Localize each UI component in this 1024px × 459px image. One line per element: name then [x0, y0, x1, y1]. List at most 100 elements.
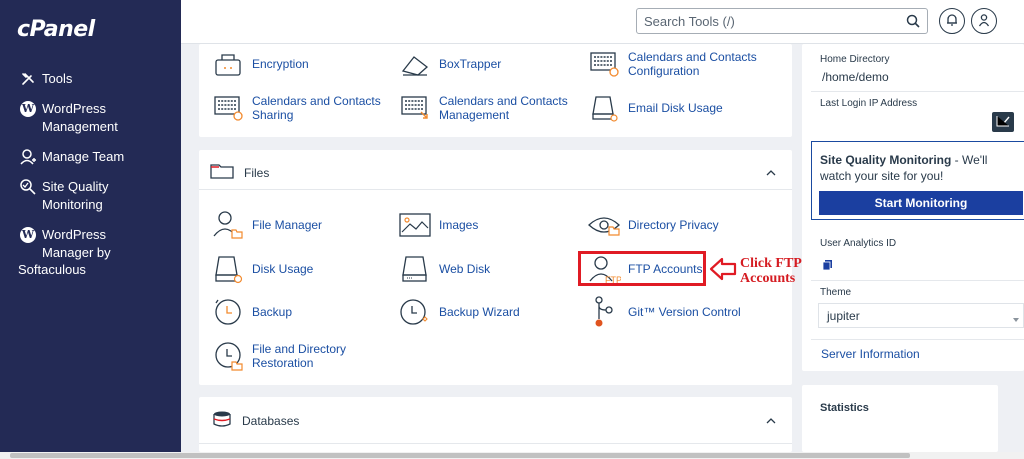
tool-calendars-config[interactable]: Calendars and Contacts Configuration: [587, 49, 757, 79]
sidebar-item-label: WordPress Manager by: [42, 227, 111, 260]
tool-backup-wizard[interactable]: Backup Wizard: [398, 297, 520, 327]
scrollbar-thumb[interactable]: [10, 453, 910, 458]
git-icon: [587, 296, 621, 327]
tool-file-restoration[interactable]: File and Directory Restoration: [211, 341, 346, 371]
wordpress-icon: W: [20, 227, 36, 243]
theme-select[interactable]: jupiter: [818, 303, 1024, 328]
theme-label: Theme: [820, 287, 852, 298]
database-icon: [212, 411, 232, 430]
divider: [199, 443, 792, 444]
ftp-accounts-highlight: [578, 251, 706, 286]
group-title: Files: [244, 165, 270, 180]
sidebar-item-wordpress-management[interactable]: W WordPress Management: [18, 100, 172, 136]
tool-git-version-control[interactable]: Git™ Version Control: [587, 296, 741, 327]
tool-disk-usage[interactable]: Disk Usage: [211, 254, 313, 284]
copy-icon[interactable]: [822, 259, 832, 273]
tool-file-manager[interactable]: File Manager: [211, 210, 322, 240]
tool-email-disk-usage[interactable]: Email Disk Usage: [587, 93, 723, 123]
tool-label: Disk Usage: [252, 262, 314, 276]
tool-boxtrapper[interactable]: BoxTrapper: [398, 49, 501, 79]
encryption-icon: [211, 49, 245, 79]
statistics-panel: [802, 385, 998, 452]
calendar-config-icon: [587, 49, 621, 79]
tool-label: Images: [439, 218, 479, 232]
site-quality-icon: [18, 178, 38, 196]
directory-privacy-icon: [587, 210, 621, 240]
sqm-title: Site Quality Monitoring: [820, 153, 952, 167]
divider: [199, 189, 792, 190]
sidebar-item-tools[interactable]: Tools: [18, 70, 172, 88]
divider: [811, 339, 1024, 340]
sidebar-item-site-quality[interactable]: Site Quality Monitoring: [18, 178, 172, 214]
arrow-left-icon: [709, 257, 737, 281]
tool-images[interactable]: Images: [398, 210, 478, 240]
search-icon[interactable]: [905, 12, 921, 33]
tool-label: Calendars and Contacts Configuration: [628, 50, 757, 78]
backup-wizard-icon: [398, 297, 432, 327]
tool-backup[interactable]: Backup: [211, 297, 292, 327]
wordpress-icon: W: [20, 101, 36, 117]
search-input[interactable]: [637, 9, 887, 33]
sidebar: cPanel Tools W WordPress Management Mana…: [0, 0, 181, 452]
tool-calendars-management[interactable]: Calendars and Contacts Management: [398, 93, 568, 123]
tool-label: Directory Privacy: [628, 218, 719, 232]
tool-label: File and Directory Restoration: [252, 342, 347, 370]
tool-calendars-sharing[interactable]: Calendars and Contacts Sharing: [211, 93, 381, 123]
divider: [811, 280, 1024, 281]
notifications-button[interactable]: [939, 8, 965, 34]
tool-label: Calendars and Contacts Management: [439, 94, 568, 122]
home-directory-value: /home/demo: [822, 70, 889, 84]
backup-icon: [211, 297, 245, 327]
group-title: Databases: [242, 413, 300, 428]
tool-label: Calendars and Contacts Sharing: [252, 94, 381, 122]
tools-icon: [18, 70, 38, 88]
databases-group-header[interactable]: Databases: [212, 411, 299, 430]
cpanel-logo[interactable]: cPanel: [17, 17, 95, 42]
chart-button[interactable]: [992, 112, 1014, 132]
tool-web-disk[interactable]: Web Disk: [398, 254, 490, 284]
tool-label: Web Disk: [439, 262, 491, 276]
sidebar-item-label: Manage Team: [42, 149, 125, 164]
file-manager-icon: [211, 210, 245, 240]
annotation-text: Click FTP Accounts: [740, 256, 802, 286]
collapse-chevron-icon[interactable]: [766, 416, 776, 426]
user-menu-button[interactable]: [971, 8, 997, 34]
calendar-sharing-icon: [211, 93, 245, 123]
tool-label: Email Disk Usage: [628, 101, 723, 115]
user-analytics-label: User Analytics ID: [820, 238, 897, 249]
trend-chart-icon: [996, 115, 1010, 130]
sidebar-item-wordpress-manager[interactable]: W WordPress Manager by: [18, 226, 172, 262]
boxtrapper-icon: [398, 49, 432, 79]
theme-value: jupiter: [827, 308, 860, 323]
manage-team-icon: [18, 148, 38, 166]
horizontal-scrollbar[interactable]: [0, 452, 1024, 459]
top-header: [181, 0, 1024, 44]
folder-icon: [210, 163, 234, 182]
search-box[interactable]: [636, 8, 928, 34]
sidebar-item-label: WordPress Management: [42, 101, 118, 134]
file-restoration-icon: [211, 341, 245, 371]
sidebar-item-label: Site Quality Monitoring: [42, 179, 109, 212]
disk-usage-icon: [211, 254, 245, 284]
statistics-title: Statistics: [820, 402, 869, 414]
tool-encryption[interactable]: Encryption: [211, 49, 309, 79]
tool-label: Backup: [252, 305, 293, 319]
start-monitoring-button[interactable]: Start Monitoring: [819, 191, 1023, 215]
server-information-link[interactable]: Server Information: [821, 347, 920, 361]
sidebar-item-manage-team[interactable]: Manage Team: [18, 148, 172, 166]
collapse-chevron-icon[interactable]: [766, 168, 776, 178]
tool-label: Backup Wizard: [439, 305, 520, 319]
last-login-label: Last Login IP Address: [820, 98, 918, 109]
tool-directory-privacy[interactable]: Directory Privacy: [587, 210, 719, 240]
home-directory-label: Home Directory: [820, 54, 890, 65]
tool-label: File Manager: [252, 218, 323, 232]
web-disk-icon: [398, 254, 432, 284]
site-quality-monitoring-card: Site Quality Monitoring - We'll watch yo…: [811, 141, 1024, 220]
user-icon: [977, 13, 991, 30]
sidebar-item-label: Tools: [42, 71, 73, 86]
bell-icon: [945, 13, 959, 30]
tool-label: BoxTrapper: [439, 57, 502, 71]
tool-label: Encryption: [252, 57, 309, 71]
tool-label: Git™ Version Control: [628, 305, 741, 319]
files-group-header[interactable]: Files: [210, 163, 269, 182]
